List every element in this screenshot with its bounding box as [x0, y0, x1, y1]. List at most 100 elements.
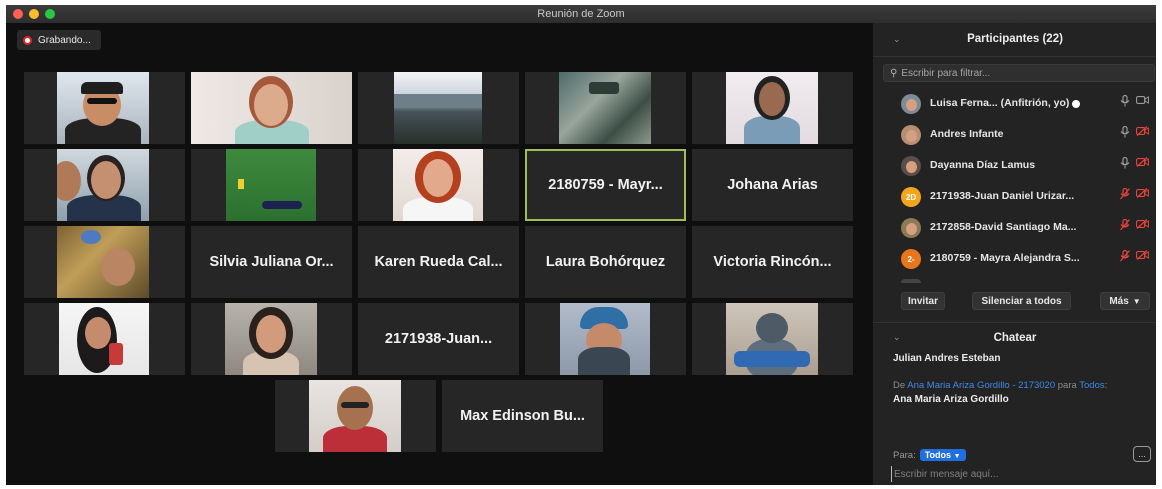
participant-name — [191, 303, 352, 375]
video-tile[interactable]: 2171938-Juan... — [358, 303, 519, 375]
video-tile[interactable]: Laura Bohórquez — [525, 226, 686, 298]
participant-name: Dayanna Díaz Lamus — [930, 159, 1036, 171]
from-prefix: De — [893, 380, 908, 391]
record-icon — [23, 35, 32, 45]
camera-off-icon[interactable] — [1136, 188, 1149, 201]
video-tile[interactable] — [692, 72, 853, 144]
video-tile[interactable] — [525, 72, 686, 144]
host-status-icon — [1072, 100, 1080, 108]
chat-message-meta: De Ana Maria Ariza Gordillo - 2173020 pa… — [893, 380, 1153, 392]
meta-suffix: : — [1104, 380, 1108, 391]
camera-off-icon[interactable] — [1136, 250, 1149, 263]
mic-icon[interactable] — [1120, 125, 1130, 141]
chat-message-input[interactable] — [891, 466, 1141, 482]
participant-row[interactable]: Luisa Ferna... (Anfitrión, yo) — [873, 88, 1156, 118]
search-icon: ⚲ — [890, 67, 898, 79]
participant-name: 2180759 - Mayr... — [548, 177, 663, 193]
participant-name — [358, 149, 519, 221]
participant-row[interactable]: Andres Infante — [873, 119, 1156, 149]
participant-name — [24, 303, 185, 375]
video-tile[interactable] — [24, 226, 185, 298]
video-tile[interactable] — [358, 72, 519, 144]
participant-name — [692, 303, 853, 375]
participant-filter[interactable]: ⚲ — [883, 64, 1155, 82]
video-tile[interactable] — [191, 149, 352, 221]
video-tile[interactable]: Johana Arias — [692, 149, 853, 221]
video-tile[interactable] — [191, 303, 352, 375]
filter-input[interactable] — [901, 67, 1142, 79]
chat-header: ⌄ Chatear — [873, 322, 1156, 350]
participant-name: Johana Arias — [727, 177, 818, 193]
more-button[interactable]: Más ▼ — [1100, 292, 1150, 310]
participant-actions: Invitar Silenciar a todos Más ▼ — [873, 289, 1156, 315]
recipient-link[interactable]: Todos — [1079, 380, 1104, 391]
participant-name: 2180759 - Mayra Alejandra S... — [930, 252, 1080, 264]
camera-icon[interactable] — [1136, 95, 1149, 108]
avatar: 2D — [901, 187, 921, 207]
mic-icon[interactable] — [1120, 156, 1130, 172]
zoom-window: Reunión de Zoom Grabando... 2180759 - Ma… — [6, 5, 1156, 485]
video-tile[interactable] — [358, 149, 519, 221]
video-tile[interactable]: Victoria Rincón... — [692, 226, 853, 298]
participant-row[interactable]: 2172858-David Santiago Ma... — [873, 212, 1156, 242]
mic-muted-icon[interactable] — [1120, 218, 1130, 234]
chevron-down-icon: ▼ — [953, 453, 961, 460]
participant-name: Victoria Rincón... — [713, 254, 832, 270]
mute-all-button[interactable]: Silenciar a todos — [972, 292, 1071, 310]
gallery-view: Grabando... 2180759 - Mayr... Johana Ari… — [6, 23, 872, 485]
participant-name: Luisa Ferna... (Anfitrión, yo) — [930, 97, 1070, 109]
participant-row[interactable]: Dayanna Díaz Lamus — [873, 150, 1156, 180]
participant-name: 2171938-Juan... — [384, 331, 493, 347]
participant-row[interactable]: 2- 2180759 - Mayra Alejandra S... — [873, 243, 1156, 273]
avatar — [901, 125, 921, 145]
to-label: Para: — [893, 449, 916, 461]
camera-off-icon[interactable] — [1136, 126, 1149, 139]
title-bar: Reunión de Zoom — [6, 5, 1156, 23]
video-tile[interactable] — [24, 72, 185, 144]
participant-name — [525, 72, 686, 144]
video-tile[interactable] — [24, 149, 185, 221]
participant-name — [358, 72, 519, 144]
participants-header: ⌄ Participantes (22) — [873, 23, 1156, 57]
camera-off-icon[interactable] — [1136, 219, 1149, 232]
participant-row-partial[interactable] — [901, 279, 921, 283]
video-tile[interactable] — [525, 303, 686, 375]
participant-name: Max Edinson Bu... — [460, 408, 585, 424]
participant-name: Laura Bohórquez — [545, 254, 666, 270]
sender-link[interactable]: Ana Maria Ariza Gordillo - 2173020 — [907, 380, 1055, 391]
participant-name — [275, 380, 436, 452]
participant-name: Andres Infante — [930, 128, 1004, 140]
video-tile[interactable]: Max Edinson Bu... — [442, 380, 603, 452]
chat-more-options-icon[interactable]: ... — [1133, 446, 1151, 462]
participant-row[interactable]: 2D 2171938-Juan Daniel Urizar... — [873, 181, 1156, 211]
more-label: Más — [1109, 295, 1129, 307]
recipient-value: Todos — [924, 450, 952, 460]
chat-sender: Julian Andres Esteban — [893, 353, 1001, 364]
mic-muted-icon[interactable] — [1120, 187, 1130, 203]
video-tile[interactable]: Karen Rueda Cal... — [358, 226, 519, 298]
chat-message-text: Ana Maria Ariza Gordillo — [893, 394, 1009, 405]
recording-indicator[interactable]: Grabando... — [17, 30, 101, 50]
video-tile[interactable]: Silvia Juliana Or... — [191, 226, 352, 298]
participant-name — [692, 72, 853, 144]
avatar — [901, 94, 921, 114]
invite-button[interactable]: Invitar — [901, 292, 945, 310]
recording-label: Grabando... — [38, 34, 91, 46]
avatar: 2- — [901, 249, 921, 269]
video-tile[interactable] — [275, 380, 436, 452]
participants-title: Participantes (22) — [967, 33, 1063, 45]
recipient-select[interactable]: Todos ▼ — [919, 449, 966, 461]
video-tile[interactable] — [24, 303, 185, 375]
video-tile[interactable] — [692, 303, 853, 375]
mic-muted-icon[interactable] — [1120, 249, 1130, 265]
participant-name — [24, 72, 185, 144]
participant-name: 2171938-Juan Daniel Urizar... — [930, 190, 1075, 202]
camera-off-icon[interactable] — [1136, 157, 1149, 170]
video-tile[interactable] — [191, 72, 352, 144]
chat-title: Chatear — [993, 332, 1037, 344]
participant-name — [191, 149, 352, 221]
participant-name — [24, 149, 185, 221]
mic-icon[interactable] — [1120, 94, 1130, 110]
video-tile-active-speaker[interactable]: 2180759 - Mayr... — [525, 149, 686, 221]
participant-name: Karen Rueda Cal... — [374, 254, 503, 270]
